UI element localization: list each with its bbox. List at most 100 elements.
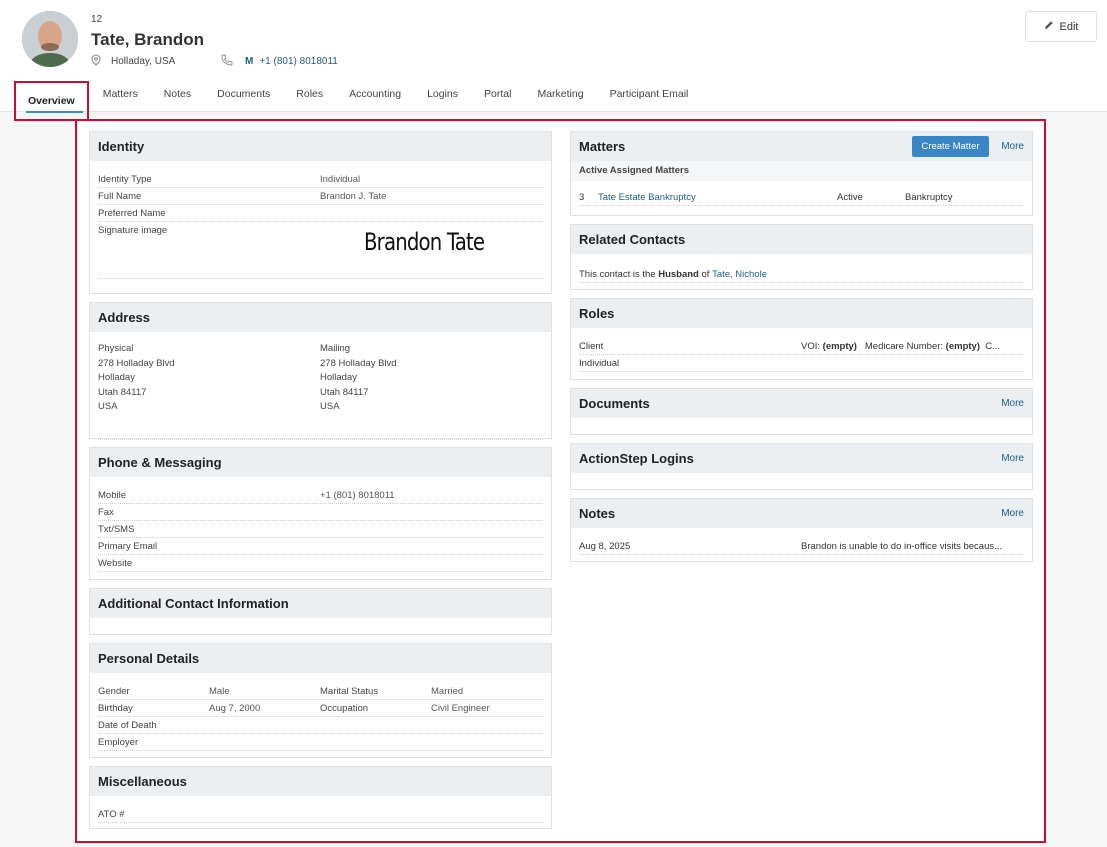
signature-image: Brandon Tate [364, 228, 485, 256]
panel-title: Related Contacts [571, 225, 1032, 254]
tab-portal[interactable]: Portal [484, 82, 511, 106]
related-contact-link[interactable]: Tate, Nichole [712, 267, 767, 282]
panel-title: Phone & Messaging [90, 448, 551, 477]
miscellaneous-panel: Miscellaneous ATO # [89, 766, 552, 829]
notes-header: Notes More [571, 499, 1032, 528]
notes-more-link[interactable]: More [1001, 508, 1024, 519]
tab-documents[interactable]: Documents [217, 82, 270, 106]
field-label: Gender [98, 686, 130, 697]
field-label: Birthday [98, 703, 133, 714]
personal-details-panel: Personal Details Gender Male Marital Statu… [89, 643, 552, 758]
panel-title: Matters [579, 139, 626, 154]
voi-value: (empty) [822, 341, 857, 352]
documents-panel: Documents More [570, 388, 1033, 435]
note-row[interactable]: Aug 8, 2025 Brandon is unable to do in-o… [579, 538, 1024, 555]
physical-address: Physical 278 Holladay Blvd Holladay Utah… [98, 342, 320, 431]
additional-contact-panel: Additional Contact Information [89, 588, 552, 635]
role-name: Client [579, 341, 604, 352]
voi-label: VOI: [801, 341, 821, 352]
avatar[interactable] [22, 11, 78, 67]
field-label: Preferred Name [98, 208, 166, 219]
notes-panel: Notes More Aug 8, 2025 Brandon is unable… [570, 498, 1033, 562]
field-label: Primary Email [98, 541, 158, 552]
field-label: Occupation [320, 703, 369, 714]
tab-overview[interactable]: Overview [14, 81, 89, 121]
address-state: Utah 84117 [320, 386, 369, 398]
relation-of: of [701, 269, 710, 280]
related-contact-row: This contact is the Husband of Tate, Nic… [579, 266, 1024, 283]
tab-accounting[interactable]: Accounting [349, 82, 401, 106]
matters-header: Matters Create Matter More [571, 132, 1032, 161]
matter-number: 3 [579, 192, 585, 203]
address-city: Holladay [98, 372, 135, 384]
documents-more-link[interactable]: More [1001, 398, 1024, 409]
field-value: Aug 7, 2000 [209, 703, 261, 714]
overview-content: Identity Identity Type Individual Full Na… [75, 119, 1046, 843]
field-value: Individual [320, 174, 361, 185]
tab-participant-email[interactable]: Participant Email [610, 82, 689, 106]
tab-logins[interactable]: Logins [427, 82, 458, 106]
identity-panel: Identity Identity Type Individual Full Na… [89, 131, 552, 294]
phone[interactable]: M +1 (801) 8018011 [221, 54, 338, 69]
matter-name[interactable]: Tate Estate Bankruptcy [598, 190, 837, 205]
panel-title: Roles [571, 299, 1032, 328]
address-country: USA [320, 401, 340, 413]
field-value: Civil Engineer [431, 703, 490, 714]
note-text: Brandon is unable to do in-office visits… [801, 541, 1003, 552]
field-label: Website [98, 558, 133, 569]
tab-roles[interactable]: Roles [296, 82, 323, 106]
left-column: Identity Identity Type Individual Full Na… [89, 131, 552, 837]
location-text: Holladay, USA [111, 56, 176, 67]
logins-header: ActionStep Logins More [571, 444, 1032, 473]
matter-status: Active [837, 192, 863, 203]
matters-more-link[interactable]: More [1001, 141, 1024, 152]
phone-icon [221, 54, 233, 69]
medicare-value: (empty) [945, 341, 980, 352]
tab-notes[interactable]: Notes [164, 82, 191, 106]
location: Holladay, USA [91, 54, 175, 69]
role-row: Client VOI: (empty) Medicare Number: (em… [579, 338, 1024, 355]
contact-header: 12 Tate, Brandon Holladay, USA M +1 (801… [0, 0, 1107, 121]
mailing-address: Mailing 278 Holladay Blvd Holladay Utah … [320, 342, 397, 431]
related-contacts-panel: Related Contacts This contact is the Hus… [570, 224, 1033, 290]
field-label: Fax [98, 507, 114, 518]
roles-panel: Roles Client VOI: (empty) Medicare Numbe… [570, 298, 1033, 380]
contact-name: Tate, Brandon [91, 30, 205, 49]
panel-title: Documents [579, 396, 650, 411]
address-state: Utah 84117 [98, 386, 147, 398]
role-subtype: Individual [579, 358, 620, 369]
matters-panel: Matters Create Matter More Active Assign… [570, 131, 1033, 216]
tab-bar: Overview Matters Notes Documents Roles A… [14, 81, 714, 121]
edit-button[interactable]: Edit [1025, 11, 1097, 42]
panel-title: ActionStep Logins [579, 451, 694, 466]
address-panel: Address Physical 278 Holladay Blvd Holla… [89, 302, 552, 440]
field-value[interactable]: +1 (801) 8018011 [320, 488, 395, 503]
field-label: Signature image [98, 225, 168, 236]
field-label: Txt/SMS [98, 524, 135, 535]
phone-messaging-panel: Phone & Messaging Mobile +1 (801) 8018011… [89, 447, 552, 580]
create-matter-button[interactable]: Create Matter [912, 136, 989, 157]
address-line: 278 Holladay Blvd [320, 357, 397, 369]
field-label: ATO # [98, 809, 125, 820]
phone-number[interactable]: +1 (801) 8018011 [259, 56, 338, 67]
pencil-icon [1044, 20, 1054, 33]
panel-title: Additional Contact Information [90, 589, 551, 618]
phone-type: M [245, 56, 254, 67]
field-label: Date of Death [98, 720, 157, 731]
medicare-label: Medicare Number: [864, 341, 944, 352]
roles-overflow: C... [985, 341, 1001, 352]
panel-title: Personal Details [90, 644, 551, 673]
logins-more-link[interactable]: More [1001, 453, 1024, 464]
address-label: Physical [98, 343, 134, 354]
tab-matters[interactable]: Matters [103, 82, 138, 106]
tab-marketing[interactable]: Marketing [537, 82, 583, 106]
matters-subheading: Active Assigned Matters [571, 161, 1032, 181]
address-country: USA [98, 401, 118, 413]
actionstep-logins-panel: ActionStep Logins More [570, 443, 1033, 490]
panel-title: Identity [90, 132, 551, 161]
field-label: Marital Status [320, 686, 379, 697]
matter-row[interactable]: 3 Tate Estate Bankruptcy Active Bankrupt… [579, 189, 1024, 206]
right-column: Matters Create Matter More Active Assign… [570, 131, 1033, 570]
field-label: Identity Type [98, 174, 152, 185]
field-value: Brandon J. Tate [320, 191, 387, 202]
